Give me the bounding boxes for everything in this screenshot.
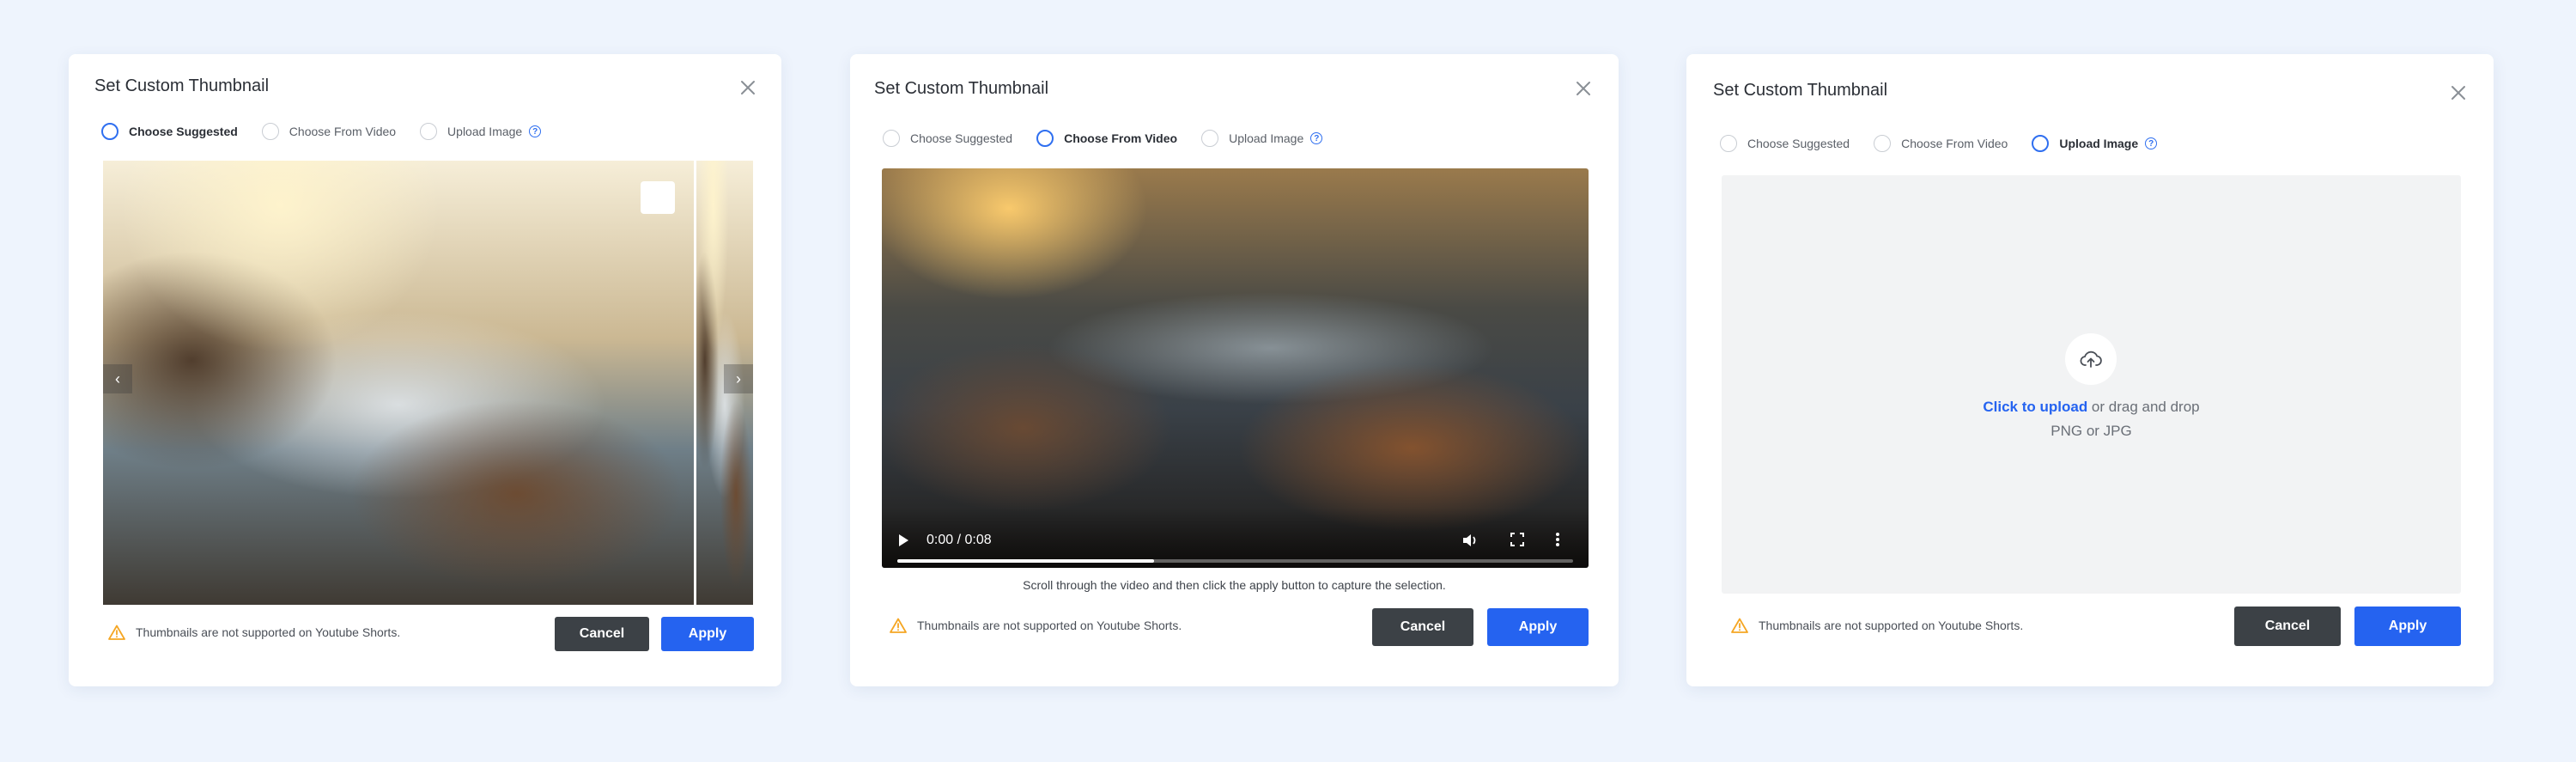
option-label: Choose Suggested — [1747, 137, 1850, 150]
fullscreen-icon[interactable] — [1510, 532, 1525, 552]
warning-text: Thumbnails are not supported on Youtube … — [1759, 619, 2024, 632]
warning-icon — [1731, 618, 1748, 633]
apply-button[interactable]: Apply — [2354, 607, 2461, 646]
radio-circle — [101, 123, 118, 140]
carousel-prev-button[interactable]: ‹ — [103, 364, 132, 393]
more-options-icon[interactable] — [1555, 532, 1560, 552]
option-upload-image[interactable]: Upload Image ? — [1201, 130, 1323, 147]
help-icon[interactable]: ? — [1310, 132, 1323, 144]
shorts-warning: Thumbnails are not supported on Youtube … — [1731, 618, 2023, 633]
warning-text: Thumbnails are not supported on Youtube … — [136, 625, 401, 639]
cancel-button[interactable]: Cancel — [2234, 607, 2341, 646]
upload-formats: PNG or JPG — [2050, 423, 2132, 439]
play-icon[interactable] — [897, 533, 909, 552]
radio-circle — [1036, 130, 1054, 147]
help-icon[interactable]: ? — [529, 125, 542, 137]
upload-dropzone[interactable]: Click to upload or drag and drop PNG or … — [1722, 175, 2461, 594]
shorts-warning: Thumbnails are not supported on Youtube … — [890, 618, 1182, 633]
warning-icon — [890, 618, 907, 633]
radio-circle — [1720, 135, 1737, 152]
thumbnail-source-options: Choose Suggested Choose From Video Uploa… — [1720, 135, 2181, 152]
option-label: Upload Image — [2059, 137, 2139, 150]
close-icon[interactable] — [738, 78, 757, 97]
radio-circle — [2032, 135, 2050, 152]
option-choose-from-video[interactable]: Choose From Video — [1874, 135, 2008, 152]
option-label: Choose From Video — [289, 125, 397, 138]
video-progress-track[interactable] — [897, 559, 1573, 563]
modal-title: Set Custom Thumbnail — [94, 76, 270, 95]
carousel-next-button[interactable]: › — [724, 364, 753, 393]
option-upload-image[interactable]: Upload Image ? — [2032, 135, 2158, 152]
option-choose-suggested[interactable]: Choose Suggested — [883, 130, 1012, 147]
radio-circle — [1201, 130, 1219, 147]
thumbnail-modal-upload: Set Custom Thumbnail Choose Suggested Ch… — [1686, 54, 2494, 686]
video-player[interactable]: 0:00 / 0:08 — [882, 168, 1589, 568]
volume-icon[interactable] — [1461, 532, 1479, 553]
option-label: Upload Image — [1229, 131, 1304, 145]
option-label: Choose Suggested — [910, 131, 1013, 145]
upload-instruction: Click to upload or drag and drop — [1722, 399, 2461, 416]
video-instruction: Scroll through the video and then click … — [1023, 578, 1446, 592]
thumbnail-select-checkbox[interactable] — [641, 181, 675, 214]
modal-title: Set Custom Thumbnail — [874, 79, 1049, 98]
video-controls: 0:00 / 0:08 — [882, 508, 1589, 568]
thumbnail-modal-suggested: Set Custom Thumbnail Choose Suggested Ch… — [69, 54, 781, 686]
click-to-upload-link[interactable]: Click to upload — [1983, 399, 2087, 415]
option-label: Choose From Video — [1064, 131, 1178, 145]
option-label: Upload Image — [447, 125, 523, 138]
option-choose-suggested[interactable]: Choose Suggested — [101, 123, 238, 140]
shorts-warning: Thumbnails are not supported on Youtube … — [108, 625, 400, 640]
apply-button[interactable]: Apply — [1487, 608, 1589, 646]
option-choose-from-video[interactable]: Choose From Video — [261, 123, 397, 140]
upload-instruction-rest: or drag and drop — [2087, 399, 2200, 415]
cancel-button[interactable]: Cancel — [1372, 608, 1473, 646]
video-time: 0:00 / 0:08 — [927, 533, 992, 547]
option-label: Choose From Video — [1901, 137, 2008, 150]
modal-title: Set Custom Thumbnail — [1713, 81, 1888, 100]
help-icon[interactable]: ? — [2145, 137, 2158, 149]
radio-circle — [883, 130, 900, 147]
cancel-button[interactable]: Cancel — [555, 617, 649, 651]
cloud-upload-icon — [2080, 351, 2102, 368]
option-label: Choose Suggested — [129, 125, 238, 138]
video-progress-fill — [897, 559, 1155, 563]
thumbnail-source-options: Choose Suggested Choose From Video Uploa… — [883, 130, 1346, 147]
thumbnail-modal-video: Set Custom Thumbnail Choose Suggested Ch… — [850, 54, 1619, 686]
thumbnail-source-options: Choose Suggested Choose From Video Uploa… — [101, 123, 565, 140]
upload-cloud-button[interactable] — [2065, 333, 2117, 385]
option-choose-suggested[interactable]: Choose Suggested — [1720, 135, 1850, 152]
radio-circle — [261, 123, 279, 140]
close-icon[interactable] — [1574, 79, 1593, 98]
option-upload-image[interactable]: Upload Image ? — [420, 123, 542, 140]
close-icon[interactable] — [2449, 83, 2468, 102]
radio-circle — [1874, 135, 1892, 152]
warning-icon — [108, 625, 125, 640]
apply-button[interactable]: Apply — [661, 617, 754, 651]
warning-text: Thumbnails are not supported on Youtube … — [917, 619, 1182, 632]
suggested-thumbnail-main[interactable] — [103, 161, 694, 605]
radio-circle — [420, 123, 438, 140]
option-choose-from-video[interactable]: Choose From Video — [1036, 130, 1177, 147]
